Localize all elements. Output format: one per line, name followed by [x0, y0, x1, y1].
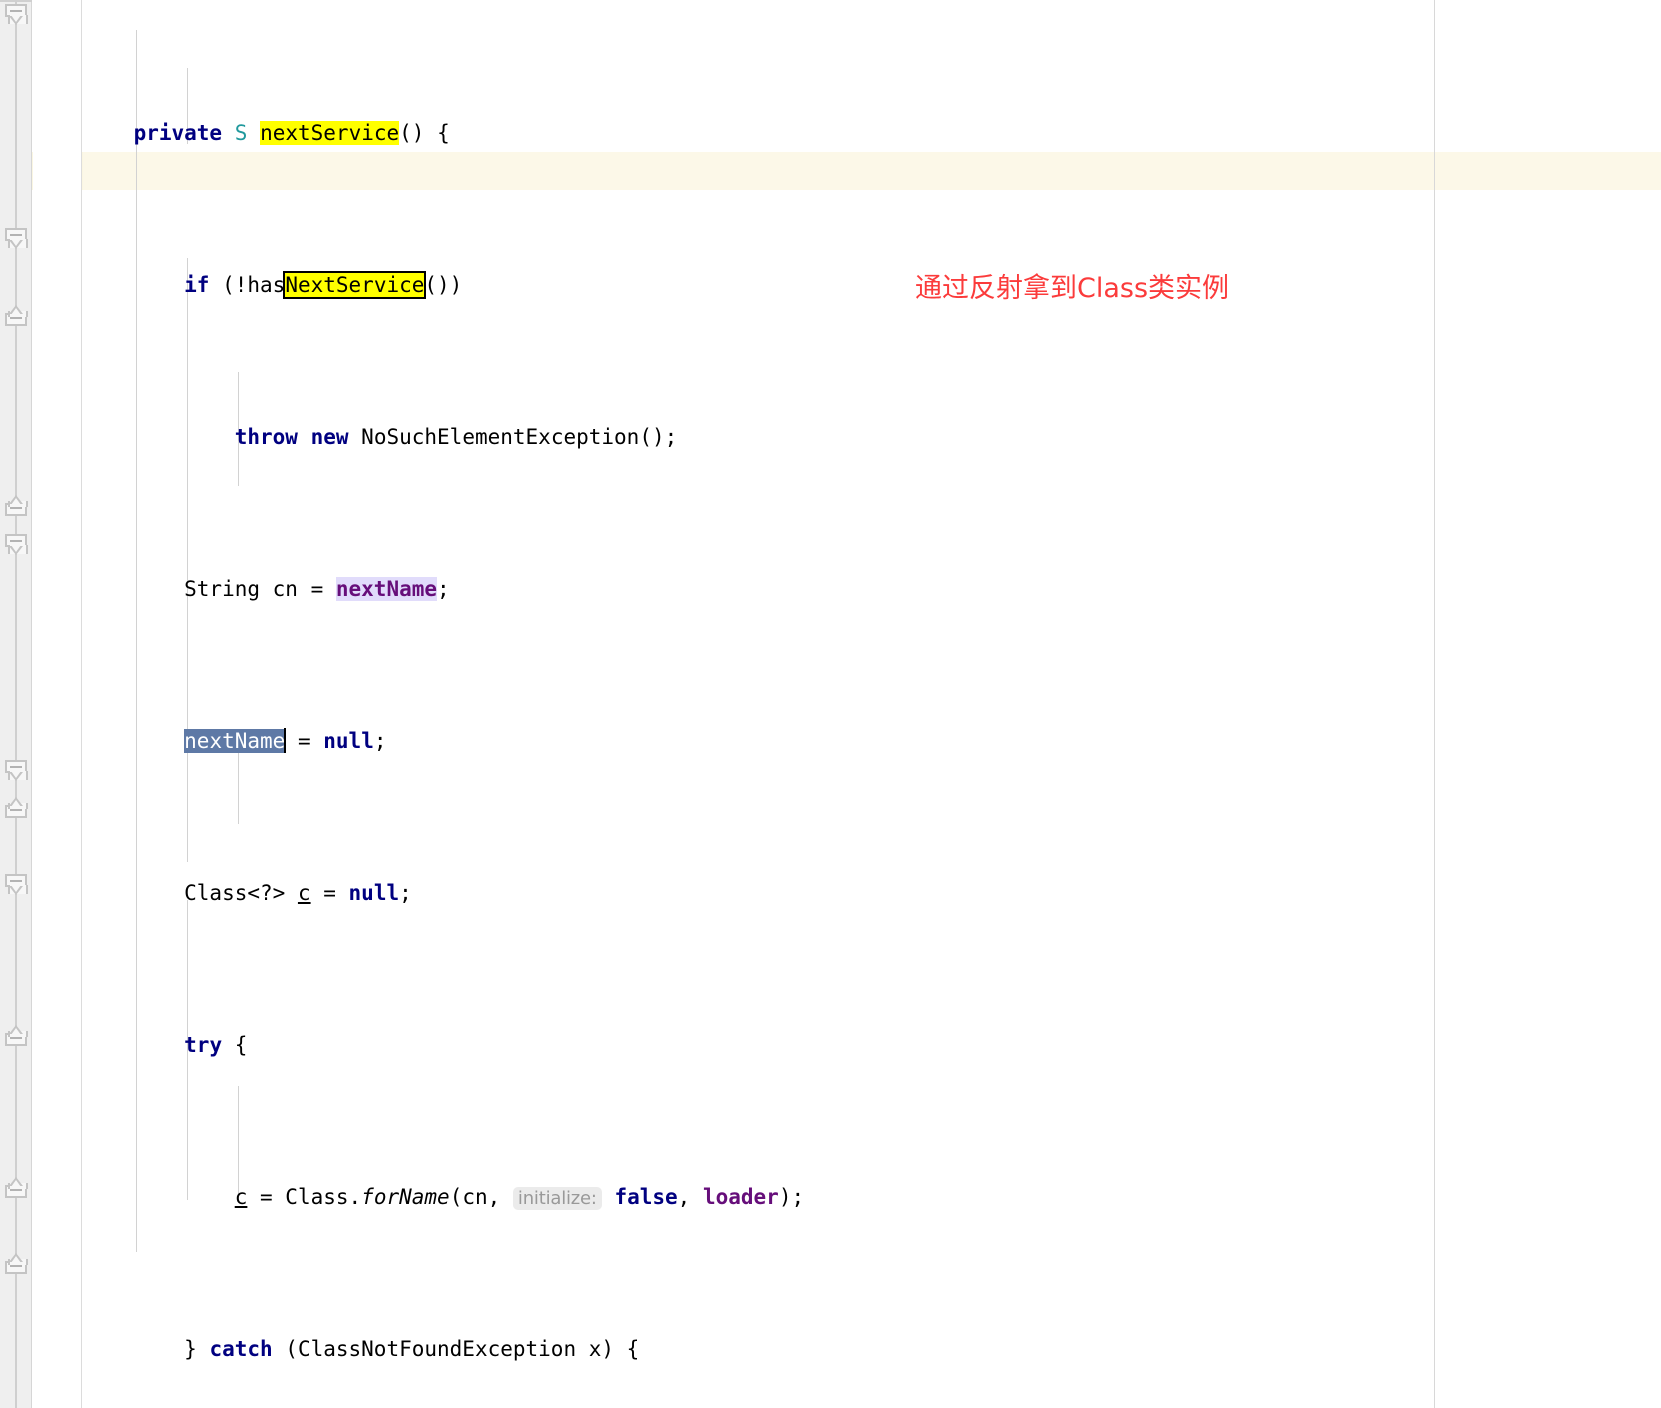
fold-marker-end[interactable]: [5, 797, 28, 818]
fold-marker-start[interactable]: [5, 760, 28, 781]
fold-marker-end[interactable]: [5, 495, 28, 516]
code-line[interactable]: Class<?> c = null;: [83, 874, 1347, 912]
code-line[interactable]: c = Class.forName(cn, initialize: false,…: [83, 1178, 1347, 1216]
fold-marker-start[interactable]: [5, 534, 28, 555]
search-match-current: NextService: [283, 271, 427, 299]
fold-marker-end[interactable]: [5, 1253, 28, 1274]
inlay-hint-initialize[interactable]: initialize:: [512, 1187, 602, 1210]
token-type-param: S: [234, 121, 248, 145]
search-match-declaration: nextService: [260, 121, 400, 145]
fold-marker-end[interactable]: [5, 1025, 28, 1046]
code-text[interactable]: private S nextService() { if (!hasNextSe…: [83, 0, 1347, 1408]
fold-marker-end[interactable]: [5, 1177, 28, 1198]
right-margin-guide: [1434, 0, 1435, 1408]
code-line[interactable]: try {: [83, 1026, 1347, 1064]
token-keyword: private: [133, 121, 223, 145]
fold-gutter[interactable]: [0, 0, 32, 1408]
text-selection[interactable]: nextName: [184, 729, 286, 753]
code-line[interactable]: private S nextService() {: [83, 114, 1347, 152]
code-viewport[interactable]: private S nextService() { if (!hasNextSe…: [83, 0, 1661, 1408]
identifier-occurrence-highlight: nextName: [335, 577, 438, 601]
code-editor[interactable]: private S nextService() { if (!hasNextSe…: [0, 0, 1661, 1408]
fold-marker-start[interactable]: [5, 228, 28, 249]
fold-marker-end[interactable]: [5, 305, 28, 326]
red-annotation: 通过反射拿到Class类实例: [915, 273, 1230, 304]
annotation-gutter[interactable]: [33, 0, 82, 1408]
code-line[interactable]: } catch (ClassNotFoundException x) {: [83, 1330, 1347, 1368]
code-line[interactable]: throw new NoSuchElementException();: [83, 418, 1347, 456]
fold-marker-start[interactable]: [5, 874, 28, 895]
code-line[interactable]: String cn = nextName;: [83, 570, 1347, 608]
code-line-current[interactable]: nextName = null;: [83, 722, 1347, 760]
fold-marker-start[interactable]: [5, 4, 28, 25]
